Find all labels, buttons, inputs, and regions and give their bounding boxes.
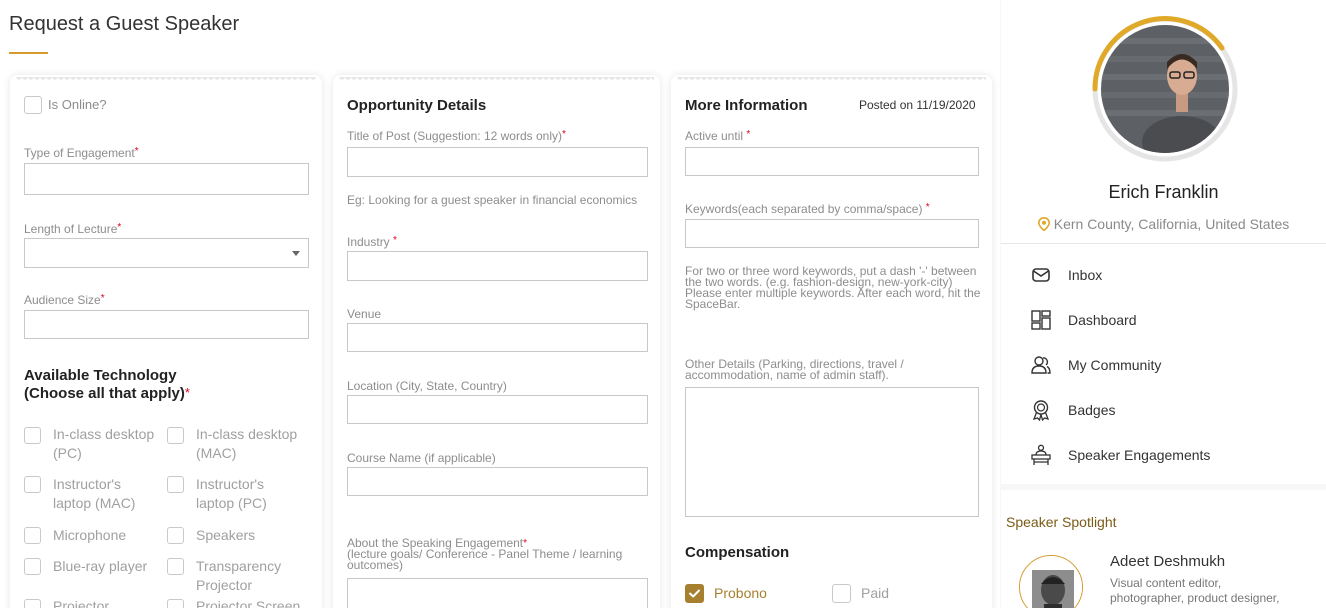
profile-divider	[1001, 243, 1326, 244]
checkmark-icon	[689, 589, 700, 598]
community-icon	[1031, 356, 1051, 374]
title-hint: Eg: Looking for a guest speaker in finan…	[347, 193, 638, 207]
venue-input[interactable]	[347, 323, 648, 352]
nav-label: Inbox	[1068, 267, 1103, 283]
tech-label: In-class desktop (MAC)	[196, 426, 298, 461]
title-of-post-label: Title of Post (Suggestion: 12 words only…	[347, 129, 566, 143]
paid-checkbox[interactable]	[832, 584, 851, 603]
tech-checkbox-laptop-pc[interactable]	[167, 476, 184, 493]
spotlight-name[interactable]: Adeet Deshmukh	[1110, 553, 1225, 570]
about-engagement-textarea[interactable]	[347, 578, 648, 608]
title-underline	[9, 52, 48, 54]
tech-label: In-class desktop (PC)	[53, 426, 155, 461]
nav-label: Speaker Engagements	[1068, 447, 1211, 463]
avatar-ring	[1092, 16, 1238, 162]
other-details-label: Other Details (Parking, directions, trav…	[685, 357, 904, 382]
tech-label: Transparency Projector	[196, 558, 282, 593]
probono-checkbox[interactable]	[685, 584, 704, 603]
type-of-engagement-input[interactable]	[24, 163, 309, 195]
nav-label: My Community	[1068, 357, 1162, 373]
tech-label: Projector	[53, 598, 110, 608]
technology-heading-sub: (Choose all that apply)*	[24, 385, 190, 402]
podium-icon	[1031, 444, 1051, 465]
tech-label: Projector Screen	[196, 598, 301, 608]
more-info-heading: More Information	[685, 97, 808, 114]
active-until-input[interactable]	[685, 147, 979, 176]
nav-label: Badges	[1068, 402, 1116, 418]
type-of-engagement-label: Type of Engagement*	[24, 146, 139, 160]
course-name-input[interactable]	[347, 467, 648, 496]
nav-my-community[interactable]: My Community	[1030, 350, 1320, 380]
envelope-icon	[1032, 268, 1050, 282]
is-online-label: Is Online?	[48, 97, 107, 112]
compensation-heading: Compensation	[685, 544, 790, 561]
profile-avatar[interactable]	[1090, 14, 1240, 164]
length-of-lecture-label: Length of Lecture*	[24, 222, 122, 236]
nav-badges[interactable]: Badges	[1030, 395, 1320, 425]
length-of-lecture-select[interactable]	[24, 238, 309, 268]
about-engagement-label: About the Speaking Engagement* (lecture g…	[347, 536, 623, 572]
keywords-hint: For two or three word keywords, put a da…	[685, 264, 981, 311]
active-until-label: Active until *	[685, 129, 751, 143]
profile-location: Kern County, California, United States	[1001, 216, 1326, 232]
technology-heading: Available Technology	[24, 367, 177, 384]
tech-checkbox-laptop-mac[interactable]	[24, 476, 41, 493]
tech-label: Blue-ray player	[53, 558, 148, 574]
industry-input[interactable]	[347, 251, 648, 281]
course-name-label: Course Name (if applicable)	[347, 451, 496, 465]
nav-inbox[interactable]: Inbox	[1030, 260, 1320, 290]
is-online-checkbox[interactable]	[24, 96, 42, 114]
tech-checkbox-speakers[interactable]	[167, 527, 184, 544]
keywords-input[interactable]	[685, 219, 979, 248]
tech-checkbox-mac-desktop[interactable]	[167, 427, 184, 444]
title-of-post-input[interactable]	[347, 147, 648, 177]
tech-checkbox-transparency[interactable]	[167, 558, 184, 575]
spotlight-description: Visual content editor, photographer, prod…	[1110, 576, 1280, 605]
profile-name: Erich Franklin	[1108, 182, 1219, 202]
tech-label: Speakers	[196, 527, 256, 543]
page-title: Request a Guest Speaker	[9, 13, 240, 35]
tech-checkbox-blueray[interactable]	[24, 558, 41, 575]
nav-dashboard[interactable]: Dashboard	[1030, 305, 1320, 335]
nav-speaker-engagements[interactable]: Speaker Engagements	[1030, 440, 1320, 470]
tech-label: Microphone	[53, 527, 127, 543]
tech-checkbox-pc-desktop[interactable]	[24, 427, 41, 444]
spotlight-photo	[1020, 556, 1082, 608]
posted-on-date: Posted on 11/19/2020	[859, 98, 976, 112]
dashboard-icon	[1031, 310, 1051, 330]
chevron-down-icon	[292, 251, 300, 256]
paid-label: Paid	[861, 585, 890, 601]
opportunity-heading: Opportunity Details	[347, 97, 487, 114]
venue-label: Venue	[347, 307, 382, 321]
tech-checkbox-microphone[interactable]	[24, 527, 41, 544]
industry-label: Industry *	[347, 235, 397, 249]
keywords-label: Keywords(each separated by comma/space) …	[685, 202, 930, 216]
location-label: Location (City, State, Country)	[347, 379, 507, 393]
audience-size-input[interactable]	[24, 310, 309, 339]
badge-icon	[1032, 400, 1050, 421]
tech-label: Instructor's laptop (MAC)	[53, 476, 136, 511]
tech-checkbox-projector-screen[interactable]	[167, 599, 184, 608]
nav-label: Dashboard	[1068, 312, 1137, 328]
tech-label: Instructor's laptop (PC)	[196, 476, 267, 511]
probono-label: Probono	[714, 585, 767, 601]
spotlight-title: Speaker Spotlight	[1006, 514, 1117, 530]
tech-checkbox-projector[interactable]	[24, 599, 41, 608]
other-details-textarea[interactable]	[685, 387, 979, 517]
location-pin-icon	[1037, 216, 1050, 232]
audience-size-label: Audience Size*	[24, 293, 105, 307]
location-input[interactable]	[347, 395, 648, 424]
